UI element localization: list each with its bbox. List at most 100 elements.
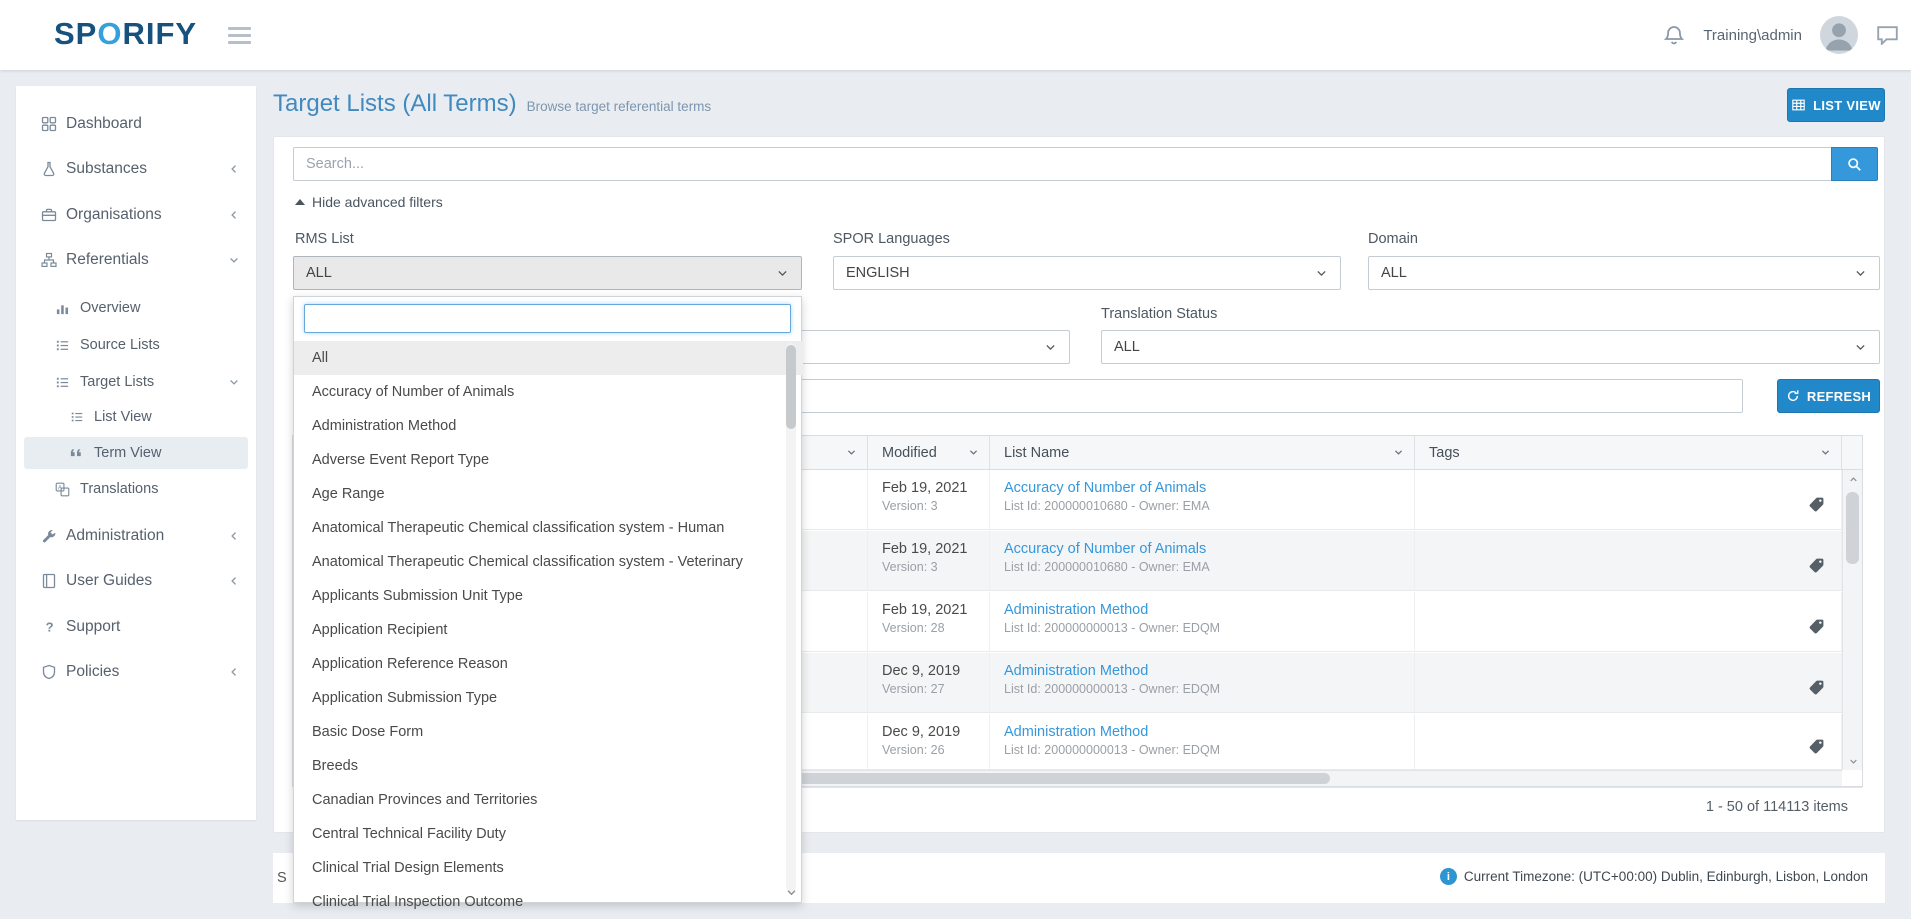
chevron-left-icon [228,530,240,542]
page-title: Target Lists (All Terms) [273,90,517,118]
list-name-link[interactable]: Accuracy of Number of Animals [1004,479,1404,498]
logo-text-left: SP [54,16,97,51]
sidebar-item-term-view[interactable]: Term View [24,437,248,469]
grid-header-modified[interactable]: Modified [868,436,990,469]
domain-value: ALL [1381,265,1854,281]
grid-header-list-name[interactable]: List Name [990,436,1415,469]
sidebar-item-substances[interactable]: Substances [16,151,256,187]
dropdown-option[interactable]: Clinical Trial Design Elements [294,851,803,885]
version-label: Version: 3 [882,559,979,576]
spor-languages-select[interactable]: ENGLISH [833,256,1341,290]
dropdown-option[interactable]: Applicants Submission Unit Type [294,579,803,613]
list-name-link[interactable]: Administration Method [1004,723,1404,742]
scroll-down-arrow[interactable] [1843,752,1863,770]
version-label: Version: 27 [882,681,979,698]
scrollbar-thumb[interactable] [1846,492,1859,564]
chevron-down-icon [1315,267,1328,280]
scrollbar-thumb[interactable] [786,345,796,429]
column-menu-chevron-icon[interactable] [1393,447,1404,458]
dropdown-option[interactable]: Adverse Event Report Type [294,443,803,477]
sidebar-item-label: User Guides [66,572,152,590]
refresh-icon [1786,389,1800,403]
dropdown-option[interactable]: Administration Method [294,409,803,443]
search-input[interactable] [293,147,1831,181]
dropdown-option[interactable]: Accuracy of Number of Animals [294,375,803,409]
dropdown-option[interactable]: Application Recipient [294,613,803,647]
dropdown-option[interactable]: Anatomical Therapeutic Chemical classifi… [294,511,803,545]
tags-cell [1415,592,1842,651]
dropdown-option[interactable]: Application Submission Type [294,681,803,715]
svg-text:?: ? [45,620,53,635]
shield-icon [40,664,57,680]
top-bar: SPORIFY Training\admin [0,0,1911,70]
spor-languages-label: SPOR Languages [833,231,950,247]
search-button[interactable] [1831,147,1878,181]
list-name-link[interactable]: Administration Method [1004,601,1404,620]
chevron-down-icon [1854,341,1867,354]
sidebar-item-overview[interactable]: Overview [16,292,256,324]
chat-bubble-icon[interactable] [1876,25,1899,45]
domain-select[interactable]: ALL [1368,256,1880,290]
translate-icon: A [54,482,71,497]
refresh-button[interactable]: REFRESH [1777,379,1880,413]
list-name-link[interactable]: Administration Method [1004,662,1404,681]
tags-cell [1415,714,1842,769]
bell-icon[interactable] [1663,24,1685,46]
scroll-down-arrow[interactable] [786,887,797,898]
list-view-button[interactable]: LIST VIEW [1787,88,1885,122]
dropdown-filter-input[interactable] [304,304,791,333]
sidebar-item-label: Dashboard [66,115,142,133]
dropdown-option[interactable]: Canadian Provinces and Territories [294,783,803,817]
column-label: List Name [1004,445,1069,461]
scroll-up-arrow[interactable] [1843,470,1863,488]
column-label: Tags [1429,445,1460,461]
rms-list-label: RMS List [295,231,354,247]
dropdown-option-list: All Accuracy of Number of Animals Admini… [294,341,803,919]
sidebar-item-dashboard[interactable]: Dashboard [16,106,256,142]
list-name-link[interactable]: Accuracy of Number of Animals [1004,540,1404,559]
dropdown-option[interactable]: All [294,341,803,375]
logo-o-mark: O [97,16,122,51]
tag-icon [1808,679,1825,696]
modified-date: Feb 19, 2021 [882,479,979,498]
dropdown-option[interactable]: Basic Dose Form [294,715,803,749]
sidebar-item-organisations[interactable]: Organisations [16,197,256,233]
dropdown-scrollbar[interactable] [786,343,796,892]
app-logo[interactable]: SPORIFY [54,16,197,52]
dropdown-option[interactable]: Application Reference Reason [294,647,803,681]
sidebar-item-administration[interactable]: Administration [16,518,256,554]
avatar[interactable] [1820,16,1858,54]
sidebar-item-label: Organisations [66,206,162,224]
grid-vertical-scrollbar[interactable] [1842,470,1862,770]
sidebar-item-policies[interactable]: Policies [16,654,256,690]
table-grid-icon [1791,98,1806,112]
translation-status-label: Translation Status [1101,306,1217,322]
column-menu-chevron-icon[interactable] [968,447,979,458]
grid-header-tags[interactable]: Tags [1415,436,1842,469]
sidebar-item-label: Policies [66,663,119,681]
list-meta: List Id: 200000000013 - Owner: EDQM [1004,620,1404,637]
sidebar-item-target-lists[interactable]: Target Lists [16,366,256,398]
column-menu-chevron-icon[interactable] [846,447,857,458]
dropdown-option[interactable]: Clinical Trial Inspection Outcome [294,885,803,919]
sidebar-item-referentials[interactable]: Referentials [16,242,256,278]
menu-hamburger-icon[interactable] [228,27,251,48]
username-label[interactable]: Training\admin [1703,27,1802,44]
spor-languages-value: ENGLISH [846,265,1315,281]
tags-cell [1415,470,1842,529]
dropdown-option[interactable]: Central Technical Facility Duty [294,817,803,851]
dropdown-option[interactable]: Age Range [294,477,803,511]
list-meta: List Id: 200000000013 - Owner: EDQM [1004,742,1404,759]
dropdown-option[interactable]: Anatomical Therapeutic Chemical classifi… [294,545,803,579]
sidebar-item-support[interactable]: ? Support [16,609,256,645]
timezone-label: Current Timezone: (UTC+00:00) Dublin, Ed… [1464,869,1868,884]
sidebar-item-source-lists[interactable]: Source Lists [16,329,256,361]
sidebar-item-user-guides[interactable]: User Guides [16,563,256,599]
sidebar-item-translations[interactable]: A Translations [16,473,256,505]
advanced-filters-toggle[interactable]: Hide advanced filters [295,194,443,210]
dropdown-option[interactable]: Breeds [294,749,803,783]
sidebar-item-list-view[interactable]: List View [16,401,256,433]
rms-list-select[interactable]: ALL [293,256,802,290]
column-menu-chevron-icon[interactable] [1820,447,1831,458]
translation-status-select[interactable]: ALL [1101,330,1880,364]
